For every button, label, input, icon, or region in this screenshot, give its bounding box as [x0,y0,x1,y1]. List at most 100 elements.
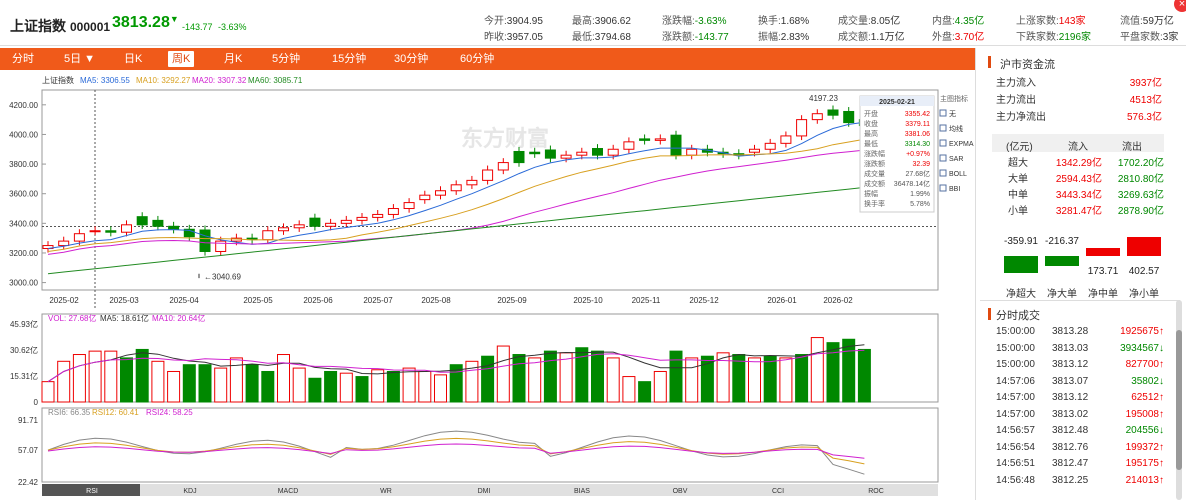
candle-body [262,230,274,241]
candle-body [497,162,509,171]
candle-body [639,138,651,141]
volume-panel[interactable]: VOL: 27.68亿 MA5: 18.61亿 MA10: 20.64亿 45.93亿… [0,310,975,407]
tab-2[interactable]: 日K [120,51,146,67]
flow-value: 4513亿 [1129,95,1162,106]
volume-bar [339,372,353,403]
tab-7[interactable]: 30分钟 [390,51,432,67]
indicator-tab-macd[interactable]: MACD [278,488,299,495]
kline-xtick: 2025-02 [49,296,79,305]
tooltip-value: 3355.42 [905,111,930,118]
stat-item: 下跌家数:2196家 [1016,28,1091,43]
rsi-ytick: 22.42 [18,478,39,487]
indicator-option[interactable]: 无 [949,110,956,118]
candle-body [686,148,698,156]
candle-body [152,219,164,227]
candle-body [670,134,682,156]
tooltip-value: 1.99% [910,191,930,198]
flow-label: 主力流出 [996,95,1036,106]
stat-value: 3.70亿 [954,32,985,43]
stat-item: 最低:3794.68 [572,28,631,43]
tick-price: 3813.12 [1052,392,1089,403]
volume-bar [261,370,275,403]
volume-bar [763,355,777,403]
indicator-tab-wr[interactable]: WR [380,488,392,495]
indicator-tab-cci[interactable]: CCI [772,488,784,495]
kline-ytick: 3800.00 [9,160,38,169]
rsi-panel[interactable]: RSI6: 66.35 RSI12: 60.41 RSI24: 58.25 91.71… [0,406,975,500]
volume-bar [434,374,447,403]
indicator-tab-rsi[interactable]: RSI [86,488,98,495]
tick-volume: 214013↑ [1125,474,1164,486]
indicator-option[interactable]: EXPMA [949,141,974,148]
candle-body [105,230,117,233]
scrollbar-thumb[interactable] [1176,330,1182,470]
kline-ytick: 3400.00 [9,219,38,228]
volume-bar [512,354,526,403]
indicator-option[interactable]: 均线 [949,124,963,133]
tab-6[interactable]: 15分钟 [328,51,370,67]
kline-legend-2: MA10: 3292.27 [136,76,191,85]
candle-body [73,233,85,242]
tick-time: 14:57:06 [996,375,1035,387]
net-value: 173.71 [1087,266,1119,277]
indicator-checkbox[interactable] [939,154,947,162]
kline-xtick: 2026-01 [767,296,797,305]
indicator-checkbox[interactable] [939,109,947,117]
net-bar [1045,256,1079,267]
indicator-option[interactable]: BBI [949,186,960,193]
indicator-tab-roc[interactable]: ROC [868,488,884,495]
candle-body [58,240,70,247]
stat-label: 涨跌幅: [662,16,695,27]
volume-bar [543,350,557,403]
tab-4[interactable]: 月K [220,51,246,67]
candle-body [560,154,572,159]
indicator-checkbox[interactable] [939,139,947,147]
stat-item: 昨收:3957.05 [484,28,543,43]
tooltip-key: 涨跌额 [864,159,885,168]
indicator-option[interactable]: BOLL [949,171,967,178]
tab-1[interactable]: 5日 ▼ [60,51,99,67]
tooltip-key: 成交额 [864,179,885,188]
volume-bar [857,348,871,403]
indicator-tab-kdj[interactable]: KDJ [183,488,196,495]
volume-bar [245,364,259,403]
indicator-checkbox[interactable] [939,124,947,132]
kline-xtick: 2025-04 [169,296,199,305]
stat-value: 2196家 [1058,32,1092,43]
tick-price: 3813.28 [1052,326,1089,337]
indicator-tab-dmi[interactable]: DMI [478,488,491,495]
candle-body [435,190,446,196]
tab-3[interactable]: 周K [168,51,195,67]
rsi-legend-1: RSI12: 60.41 [92,408,139,417]
tick-price: 3813.07 [1052,375,1089,387]
table-outflow: 3269.63亿 [1117,190,1164,201]
ma20-line [47,149,865,255]
change-value: -143.77 [182,22,213,32]
indicator-tab-obv[interactable]: OBV [673,488,688,495]
stat-label: 上涨家数: [1016,16,1059,27]
table-row-label: 大单 [1008,174,1028,185]
kline-ytick: 4000.00 [9,130,38,139]
tab-8[interactable]: 60分钟 [456,51,498,67]
tab-5[interactable]: 5分钟 [268,51,304,67]
vol-legend-0: VOL: 27.68亿 [48,313,96,323]
kline-panel[interactable]: 上证指数 MA5: 3306.55 MA10: 3292.27 MA20: 3307.… [0,72,975,503]
volume-bar [826,342,840,403]
volume-bar [72,354,86,403]
stat-label: 昨收: [484,32,507,43]
rsi-ytick: 91.71 [18,416,39,425]
tick-volume: 195175↑ [1125,458,1164,469]
stat-label: 今开: [484,16,507,27]
net-value: 402.57 [1128,266,1160,277]
stat-label: 振幅: [758,32,781,43]
indicator-checkbox[interactable] [939,169,947,177]
indicator-option[interactable]: SAR [949,156,963,163]
candle-body [325,222,337,227]
indicator-tab-bias[interactable]: BIAS [574,488,590,495]
indicator-checkbox[interactable] [939,184,947,192]
stat-value: 8.05亿 [870,16,901,27]
stat-label: 成交量: [838,16,871,27]
volume-bar [277,354,290,403]
tooltip-key: 成交量 [864,169,885,178]
tab-0[interactable]: 分时 [8,51,38,67]
